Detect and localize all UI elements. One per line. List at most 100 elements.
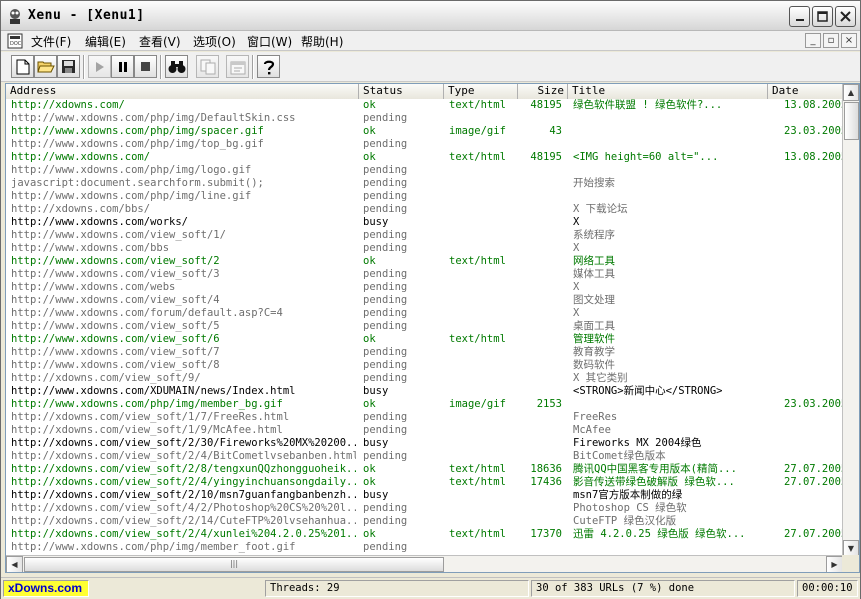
minimize-icon xyxy=(795,18,804,21)
table-row[interactable]: http://www.xdowns.com/webs pending X xyxy=(6,281,843,294)
table-row[interactable]: http://xdowns.com/view_soft/2/10/msn7gua… xyxy=(6,489,843,502)
document-icon[interactable]: DOC xyxy=(7,33,23,49)
scroll-left-button[interactable]: ◀ xyxy=(6,556,23,572)
table-row[interactable]: http://xdowns.com/view_soft/2/4/BitComet… xyxy=(6,450,843,463)
column-header-status[interactable]: Status xyxy=(359,84,444,99)
cell-title: 数码软件 xyxy=(573,359,615,371)
cell-date: 23.03.2005 xyxy=(784,125,843,137)
table-row[interactable]: http://www.xdowns.com/php/img/DefaultSki… xyxy=(6,112,843,125)
start-button[interactable] xyxy=(88,55,111,78)
table-row[interactable]: http://xdowns.com/view_soft/2/14/CuteFTP… xyxy=(6,515,843,528)
menu-window[interactable]: 窗口(W) xyxy=(247,33,292,50)
table-row[interactable]: http://www.xdowns.com/php/img/member_bg.… xyxy=(6,398,843,411)
table-row[interactable]: http://www.xdowns.com/XDUMAIN/news/Index… xyxy=(6,385,843,398)
close-icon xyxy=(840,11,851,22)
find-button[interactable] xyxy=(165,55,188,78)
cell-size: 48195 xyxy=(530,99,562,111)
table-row[interactable]: http://xdowns.com/view_soft/2/4/xunlei%2… xyxy=(6,528,843,541)
column-header-date[interactable]: Date xyxy=(768,84,843,99)
vertical-scrollbar[interactable]: ▲ ▼ xyxy=(842,84,859,557)
table-row[interactable]: http://www.xdowns.com/view_soft/3 pending… xyxy=(6,268,843,281)
table-row[interactable]: http://www.xdowns.com/view_soft/7 pending… xyxy=(6,346,843,359)
menu-edit[interactable]: 编辑(E) xyxy=(85,33,126,50)
open-button[interactable] xyxy=(34,55,57,78)
cell-address: http://xdowns.com/view_soft/4/2/Photosho… xyxy=(11,502,356,514)
cell-status: ok xyxy=(363,151,376,163)
table-row[interactable]: http://www.xdowns.com/view_soft/2 ok text/… xyxy=(6,255,843,268)
toolbar-separator xyxy=(252,55,254,79)
vertical-scroll-thumb[interactable] xyxy=(844,102,859,140)
table-row[interactable]: http://xdowns.com/view_soft/2/4/yingyinc… xyxy=(6,476,843,489)
column-header-title[interactable]: Title xyxy=(568,84,768,99)
help-button[interactable] xyxy=(257,55,280,78)
close-button[interactable] xyxy=(835,6,856,27)
table-row[interactable]: http://xdowns.com/bbs/pending X 下载论坛 xyxy=(6,203,843,216)
save-button[interactable] xyxy=(57,55,80,78)
horizontal-scrollbar[interactable]: ◀ ||| ▶ xyxy=(6,555,843,572)
column-header-size[interactable]: Size xyxy=(518,84,568,99)
properties-button[interactable] xyxy=(226,55,249,78)
table-row[interactable]: http://xdowns.com/view_soft/1/9/McAfee.h… xyxy=(6,424,843,437)
column-header-type[interactable]: Type xyxy=(444,84,518,99)
table-row[interactable]: http://www.xdowns.com/php/img/spacer.gif… xyxy=(6,125,843,138)
mdi-minimize-button[interactable]: _ xyxy=(805,33,821,48)
cell-status: pending xyxy=(363,203,408,215)
table-row[interactable]: http://www.xdowns.com/php/img/line.gif pe… xyxy=(6,190,843,203)
cell-title: <IMG height=60 alt="... xyxy=(573,151,719,163)
table-row[interactable]: http://xdowns.com/view_soft/4/2/Photosho… xyxy=(6,502,843,515)
table-row[interactable]: http://xdowns.com/view_soft/2/30/Firewor… xyxy=(6,437,843,450)
new-button[interactable] xyxy=(11,55,34,78)
table-row[interactable]: http://www.xdowns.com/view_soft/6 ok text/… xyxy=(6,333,843,346)
arrow-left-icon: ◀ xyxy=(11,560,18,569)
cell-address: http://www.xdowns.com/php/img/top_bg.gif xyxy=(11,138,264,150)
cell-size: 18636 xyxy=(530,463,562,475)
elapsed-time: 00:00:10 xyxy=(797,580,858,597)
maximize-button[interactable] xyxy=(812,6,833,27)
table-row[interactable]: http://www.xdowns.com/view_soft/1/pendin… xyxy=(6,229,843,242)
minimize-button[interactable] xyxy=(789,6,810,27)
column-header-address[interactable]: Address xyxy=(6,84,359,99)
menu-options[interactable]: 选项(O) xyxy=(193,33,236,50)
cell-address: http://www.xdowns.com/php/img/DefaultSki… xyxy=(11,112,296,124)
table-row[interactable]: http://xdowns.com/view_soft/2/8/tengxunQ… xyxy=(6,463,843,476)
table-row[interactable]: http://xdowns.com/view_soft/9/pending X 其… xyxy=(6,372,843,385)
scroll-up-button[interactable]: ▲ xyxy=(843,84,859,101)
cell-title: 开始搜索 xyxy=(573,177,615,189)
cell-title: X xyxy=(573,281,580,293)
table-row[interactable]: http://www.xdowns.com/php/img/logo.gif pe… xyxy=(6,164,843,177)
url-list[interactable]: Address Status Type Size Title Date http… xyxy=(5,83,860,573)
table-row[interactable]: http://www.xdowns.com/forum/default.asp?… xyxy=(6,307,843,320)
cell-status: pending xyxy=(363,502,408,514)
cell-title: Fireworks MX 2004绿色 xyxy=(573,437,702,449)
table-row[interactable]: http://www.xdowns.com/php/img/top_bg.gif… xyxy=(6,138,843,151)
table-row[interactable]: http://www.xdowns.com/view_soft/4 pending… xyxy=(6,294,843,307)
menu-view[interactable]: 查看(V) xyxy=(139,33,181,50)
cell-status: pending xyxy=(363,138,408,150)
table-row[interactable]: javascript:document.searchform.submit();… xyxy=(6,177,843,190)
table-row[interactable]: http://www.xdowns.com/ok text/html 48195 <I… xyxy=(6,151,843,164)
table-row[interactable]: http://xdowns.com/view_soft/1/7/FreeRes.… xyxy=(6,411,843,424)
title-bar[interactable]: Xenu - [Xenu1] xyxy=(1,1,860,31)
pause-button[interactable] xyxy=(111,55,134,78)
save-icon xyxy=(62,60,75,73)
cell-status: pending xyxy=(363,450,408,462)
copy-button[interactable] xyxy=(196,55,219,78)
table-row[interactable]: http://www.xdowns.com/works/busy X xyxy=(6,216,843,229)
cell-title: <STRONG>新闻中心</STRONG> xyxy=(573,385,723,397)
menu-help[interactable]: 帮助(H) xyxy=(301,33,343,50)
menu-file[interactable]: 文件(F) xyxy=(31,33,71,50)
mdi-close-button[interactable]: × xyxy=(841,33,857,48)
table-row[interactable]: http://www.xdowns.com/view_soft/8 pending… xyxy=(6,359,843,372)
table-row[interactable]: http://www.xdowns.com/php/img/member_foo… xyxy=(6,541,843,554)
horizontal-scroll-thumb[interactable]: ||| xyxy=(24,557,444,572)
table-row[interactable]: http://www.xdowns.com/bbs pending X xyxy=(6,242,843,255)
mdi-restore-button[interactable]: ▫ xyxy=(823,33,839,48)
cell-address: http://www.xdowns.com/works/ xyxy=(11,216,189,228)
scroll-right-button[interactable]: ▶ xyxy=(826,556,843,572)
cell-address: http://www.xdowns.com/php/img/spacer.gif xyxy=(11,125,264,137)
table-row[interactable]: http://www.xdowns.com/view_soft/5 pending… xyxy=(6,320,843,333)
table-row[interactable]: http://xdowns.com/ok text/html 48195 绿色软件联盟… xyxy=(6,99,843,112)
grip-icon: ||| xyxy=(229,559,239,568)
cell-title: Photoshop CS 绿色软 xyxy=(573,502,687,514)
stop-button[interactable] xyxy=(134,55,157,78)
